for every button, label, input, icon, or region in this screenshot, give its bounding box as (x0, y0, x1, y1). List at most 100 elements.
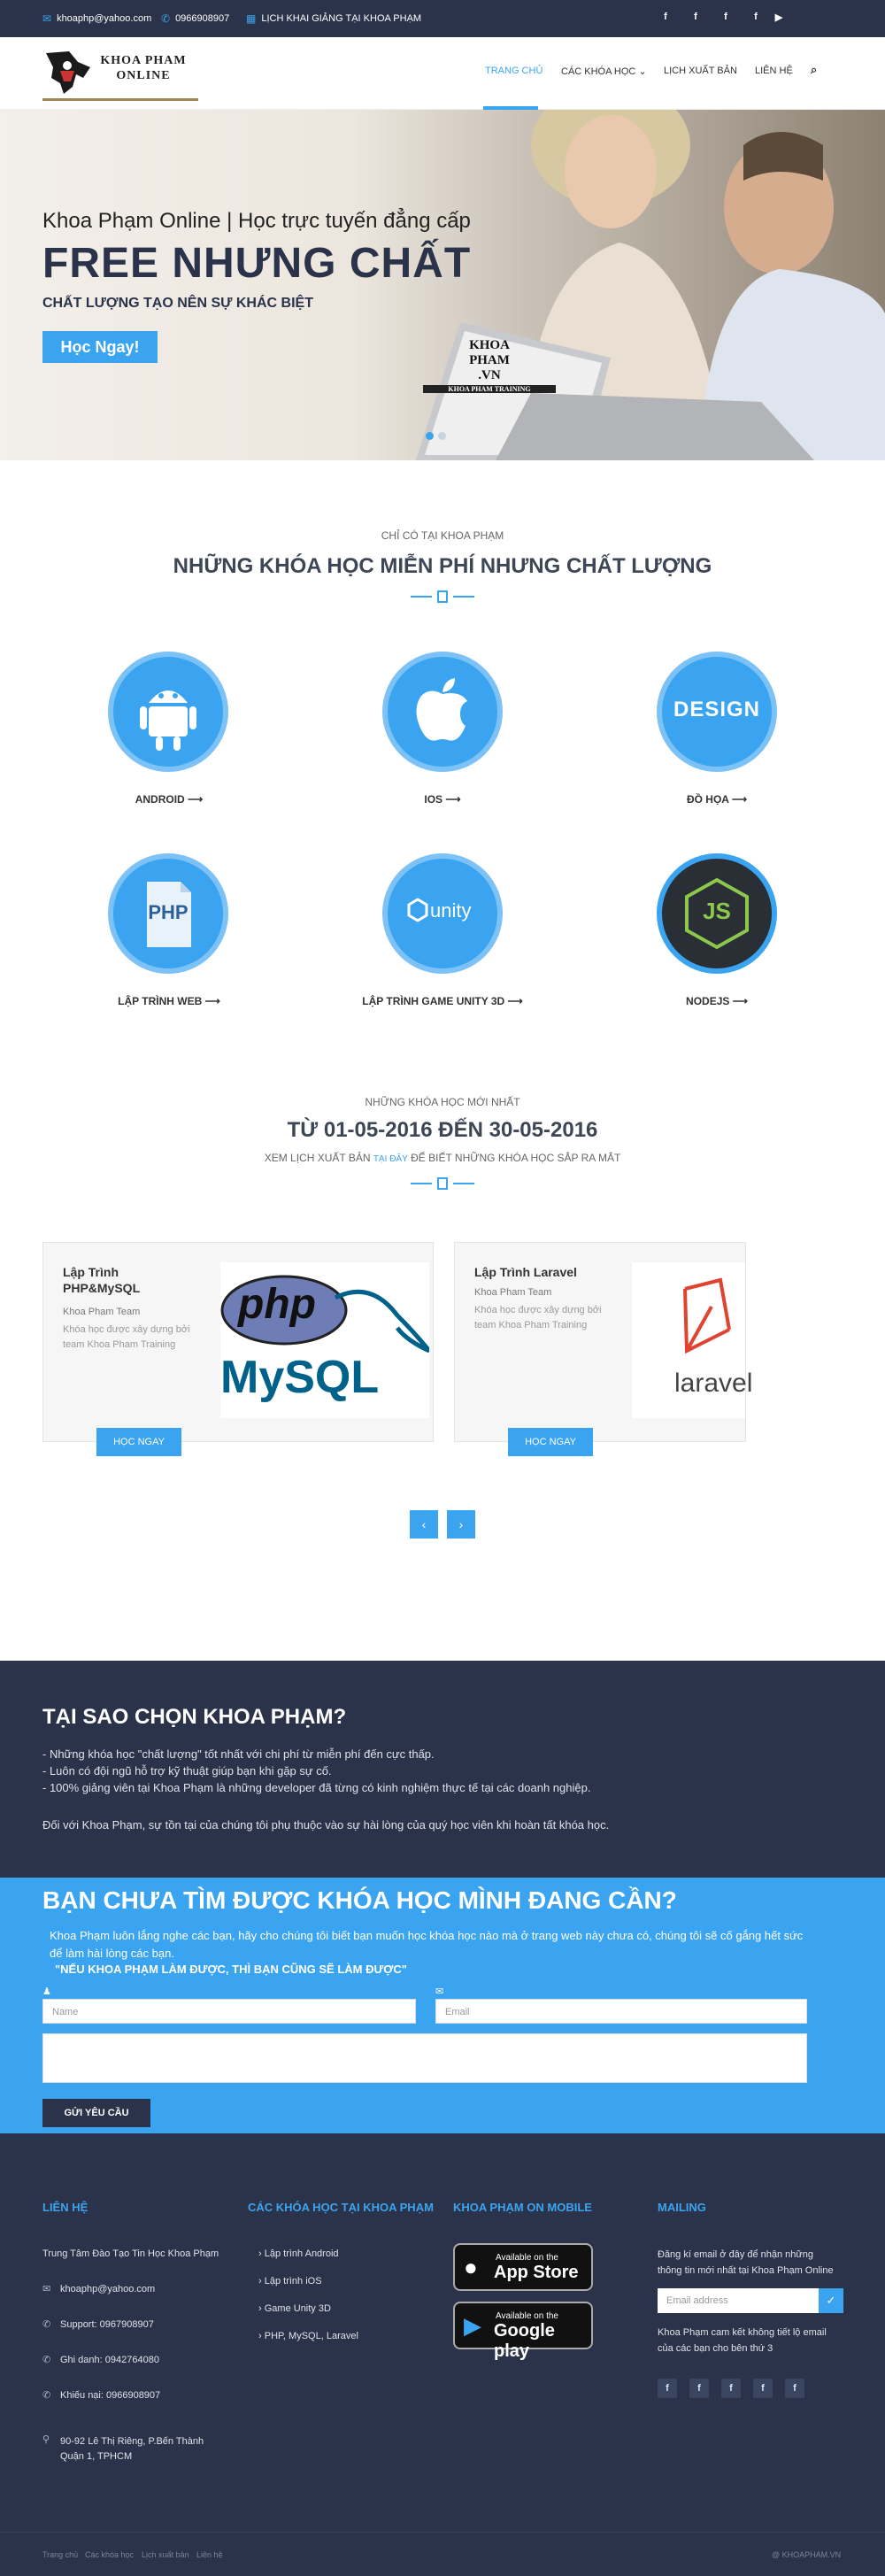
topbar-phone[interactable]: ✆ 0966908907 (161, 12, 229, 25)
site-logo[interactable]: KHOA PHAM ONLINE (42, 46, 198, 101)
laptop-logo-line-3: .VN (478, 368, 501, 382)
logo-text: KHOA PHAM ONLINE (88, 53, 198, 83)
facebook-icon[interactable]: f (689, 12, 702, 22)
android-icon[interactable] (108, 652, 228, 772)
schedule-line-a: XEM LỊCH XUẤT BẢN (264, 1152, 371, 1164)
subscribe-check-button[interactable]: ✓ (819, 2288, 843, 2313)
mailing-note: Khoa Phạm cam kết không tiết lộ email củ… (658, 2325, 827, 2356)
course-card-php[interactable]: Lập Trình PHP&MySQL Khoa Pham Team Khóa … (42, 1242, 434, 1442)
envelope-icon: ✉ (42, 12, 52, 25)
facebook-icon[interactable]: f (658, 2379, 677, 2398)
google-play-badge[interactable]: ▶ Available on the Google play (453, 2302, 593, 2361)
envelope-icon: ✉ (42, 2284, 51, 2294)
course-nodejs-link[interactable]: NODEJS ⟶ (611, 995, 823, 1007)
learn-now-button[interactable]: HỌC NGAY (508, 1428, 593, 1456)
free-courses-kicker: CHỈ CÓ TẠI KHOA PHẠM (381, 529, 504, 542)
why-line: - 100% giảng viên tại Khoa Phạm là những… (42, 1781, 591, 1794)
nav-contact[interactable]: LIÊN HỆ (755, 66, 793, 76)
email-field[interactable]: Email (435, 1999, 807, 2024)
send-request-button[interactable]: GỬI YÊU CẦU (42, 2099, 150, 2127)
course-ios-link[interactable]: IOS ⟶ (336, 793, 549, 806)
php-icon[interactable]: PHP (108, 853, 228, 974)
course-card-laravel[interactable]: Lập Trình Laravel Khoa Pham Team Khóa họ… (454, 1242, 752, 1442)
android-robot-icon (140, 690, 196, 751)
card-title-line-1: Lập Trình (63, 1265, 119, 1279)
facebook-icon[interactable]: f (753, 2379, 773, 2398)
php-icon-text: PHP (148, 901, 189, 923)
mailing-note-line-1: Khoa Phạm cam kết không tiết lộ email (658, 2327, 827, 2338)
footer-address-line-1: 90-92 Lê Thị Riêng, P.Bến Thành (60, 2436, 204, 2447)
mailing-email-input[interactable]: Email address (658, 2288, 819, 2313)
topbar-schedule-link[interactable]: ▦ LỊCH KHAI GIẢNG TẠI KHOA PHẠM (246, 12, 421, 25)
app-store-badge[interactable]: ● Available on the App Store (453, 2243, 593, 2291)
course-design-link[interactable]: ĐỒ HỌA ⟶ (611, 793, 823, 806)
footer-course-link[interactable]: › Game Unity 3D (258, 2303, 331, 2314)
message-textarea[interactable] (42, 2033, 807, 2083)
learn-now-button[interactable]: HỌC NGAY (96, 1428, 181, 1456)
slider-dot[interactable] (438, 432, 446, 440)
facebook-icon[interactable]: f (659, 12, 672, 22)
nav-home[interactable]: TRANG CHỦ (485, 66, 543, 76)
phone-icon: ✆ (42, 2390, 51, 2401)
bottom-link-courses[interactable]: Các khóa học (85, 2550, 134, 2559)
footer-course-link[interactable]: › Lập trình Android (258, 2248, 339, 2259)
footer-email[interactable]: khoaphp@yahoo.com (60, 2284, 155, 2294)
design-icon[interactable]: DESIGN (657, 652, 777, 772)
bottom-link-contact[interactable]: Liên hệ (196, 2550, 223, 2559)
nav-courses[interactable]: CÁC KHÓA HỌC ⌄ (561, 66, 647, 77)
footer-course-label: Game Unity 3D (264, 2303, 331, 2314)
prev-arrow-button[interactable]: ‹ (410, 1510, 438, 1539)
footer-course-link[interactable]: › Lập trình iOS (258, 2276, 322, 2287)
footer-support: Support: 0967908907 (60, 2319, 154, 2330)
footer-address-line-2: Quận 1, TPHCM (60, 2451, 133, 2462)
topbar-email-text: khoaphp@yahoo.com (57, 13, 152, 24)
bottom-link-schedule[interactable]: Lịch xuất bản (142, 2550, 189, 2559)
php-logo-text: php (238, 1281, 316, 1328)
topbar-email[interactable]: ✉ khoaphp@yahoo.com (42, 12, 151, 25)
hero-subtitle: Khoa Phạm Online | Học trực tuyến đẳng c… (42, 209, 471, 233)
card-desc-line-2: team Khoa Pham Training (474, 1320, 588, 1330)
facebook-icon[interactable]: f (785, 2379, 804, 2398)
why-heading: TẠI SAO CHỌN KHOA PHẠM? (42, 1705, 347, 1729)
mailing-description: Đăng kí email ở đây để nhận những thông … (658, 2247, 834, 2279)
next-arrow-button[interactable]: › (447, 1510, 475, 1539)
phone-icon: ✆ (161, 12, 171, 25)
card-description: Khóa học được xây dựng bởi team Khoa Pha… (474, 1303, 602, 1333)
topbar-phone-text: 0966908907 (175, 13, 230, 24)
card-title: Lập Trình Laravel (474, 1265, 577, 1279)
request-heading: BẠN CHƯA TÌM ĐƯỢC KHÓA HỌC MÌNH ĐANG CẦN… (42, 1886, 677, 1914)
laptop-logo-line-4: KHOA PHAM TRAINING (423, 385, 556, 393)
apple-logo-icon (416, 678, 467, 741)
learn-now-button[interactable]: Học Ngay! (42, 331, 158, 363)
google-play-big-text: Google play (494, 2321, 555, 2361)
footer-course-label: Lập trình iOS (264, 2276, 322, 2287)
apple-icon[interactable] (382, 652, 503, 772)
design-icon-text: DESIGN (673, 698, 760, 721)
nav-schedule[interactable]: LỊCH XUẤT BẢN (664, 66, 737, 76)
footer-course-link[interactable]: › PHP, MySQL, Laravel (258, 2331, 358, 2341)
facebook-icon[interactable]: f (750, 12, 762, 22)
youtube-icon[interactable]: ▶ (773, 12, 785, 23)
nodejs-icon[interactable]: JS (657, 853, 777, 974)
unity-icon[interactable]: unity (382, 853, 503, 974)
mysql-logo-text: MySQL (220, 1352, 380, 1403)
site-header: KHOA PHAM ONLINE TRANG CHỦ CÁC KHÓA HỌC … (0, 37, 885, 110)
course-android-link[interactable]: ANDROID ⟶ (63, 793, 275, 806)
slider-dot-active[interactable] (426, 432, 434, 440)
schedule-here-link[interactable]: TẠI ĐÂY (373, 1154, 408, 1164)
name-field[interactable]: Name (42, 1999, 416, 2024)
php-mysql-image: php MySQL (220, 1262, 429, 1418)
course-web-link[interactable]: LẬP TRÌNH WEB ⟶ (63, 995, 275, 1007)
nodejs-icon-text: JS (703, 898, 731, 924)
calendar-icon: ▦ (246, 12, 257, 25)
google-play-small-text: Available on the (496, 2311, 558, 2321)
course-request-section: BẠN CHƯA TÌM ĐƯỢC KHÓA HỌC MÌNH ĐANG CẦN… (0, 1878, 885, 2133)
mailing-note-line-2: của các bạn cho bên thứ 3 (658, 2343, 773, 2354)
hero-banner: KHOA PHAM .VN KHOA PHAM TRAINING Khoa Ph… (0, 110, 885, 460)
course-unity-link[interactable]: LẬP TRÌNH GAME UNITY 3D ⟶ (336, 995, 549, 1007)
search-icon[interactable]: ⌕ (811, 63, 817, 77)
facebook-icon[interactable]: f (689, 2379, 709, 2398)
facebook-icon[interactable]: f (720, 12, 732, 22)
bottom-link-home[interactable]: Trang chủ (42, 2550, 78, 2559)
facebook-icon[interactable]: f (721, 2379, 741, 2398)
